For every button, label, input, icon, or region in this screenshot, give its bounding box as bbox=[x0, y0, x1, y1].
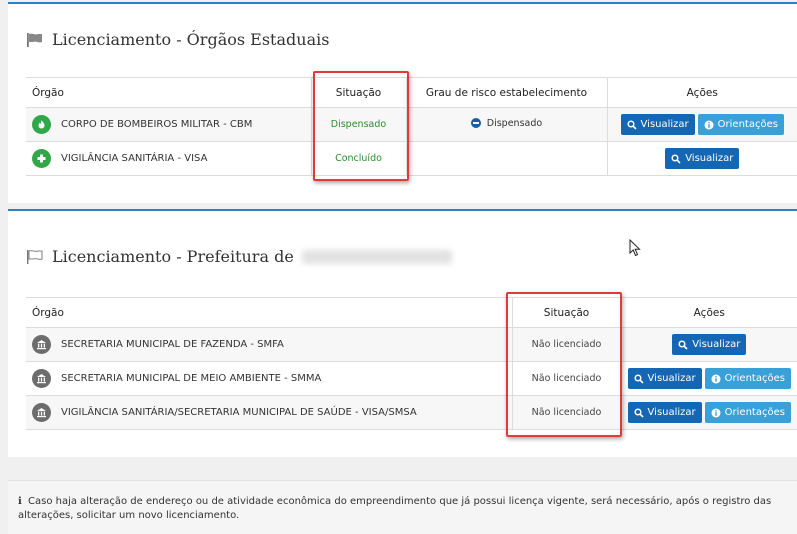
orientacoes-button[interactable]: Orientações bbox=[704, 368, 791, 389]
info-notice: ℹ Caso haja alteração de endereço ou de … bbox=[8, 480, 797, 534]
notice-text: Caso haja alteração de endereço ou de at… bbox=[18, 496, 772, 521]
visualizar-label: Visualizar bbox=[647, 407, 696, 418]
flag-outline-icon bbox=[26, 249, 44, 265]
table-row: SECRETARIA MUNICIPAL DE FAZENDA - SMFA N… bbox=[26, 327, 797, 362]
orientacoes-button[interactable]: Orientações bbox=[704, 402, 791, 423]
col-header-grau: Grau de risco estabelecimento bbox=[406, 77, 608, 108]
visualizar-label: Visualizar bbox=[692, 339, 741, 350]
visualizar-button[interactable]: Visualizar bbox=[627, 402, 702, 423]
search-icon bbox=[633, 407, 644, 418]
panel-title-text: Licenciamento - Prefeitura de bbox=[52, 247, 294, 266]
panel-title-estaduais: Licenciamento - Órgãos Estaduais bbox=[26, 30, 329, 49]
mouse-cursor-icon bbox=[629, 238, 641, 261]
info-icon bbox=[704, 120, 714, 129]
highlight-box-situacao-estaduais bbox=[313, 71, 409, 181]
col-header-orgao: Órgão bbox=[26, 77, 312, 108]
panel-title-text: Licenciamento - Órgãos Estaduais bbox=[52, 30, 330, 49]
info-icon bbox=[711, 374, 721, 383]
grau-text: Dispensado bbox=[486, 117, 543, 129]
highlight-box-situacao-prefeitura bbox=[506, 292, 622, 437]
flag-filled-icon bbox=[26, 32, 44, 48]
visualizar-label: Visualizar bbox=[647, 373, 696, 384]
health-cross-icon bbox=[32, 149, 51, 168]
table-row: VIGILÂNCIA SANITÁRIA - VISA Concluído Vi… bbox=[26, 141, 797, 176]
orgao-name: VIGILÂNCIA SANITÁRIA - VISA bbox=[61, 153, 208, 164]
orgao-name: SECRETARIA MUNICIPAL DE FAZENDA - SMFA bbox=[61, 339, 284, 350]
visualizar-button[interactable]: Visualizar bbox=[672, 334, 747, 355]
info-icon: ℹ bbox=[18, 496, 22, 507]
col-header-acoes: Ações bbox=[607, 77, 797, 108]
search-icon bbox=[678, 339, 688, 350]
orientacoes-label: Orientações bbox=[724, 407, 785, 418]
fire-department-icon bbox=[32, 115, 51, 134]
orientacoes-label: Orientações bbox=[724, 373, 785, 384]
visualizar-label: Visualizar bbox=[640, 119, 689, 130]
search-icon bbox=[626, 119, 637, 130]
visualizar-button[interactable]: Visualizar bbox=[665, 148, 740, 169]
col-header-acoes: Ações bbox=[621, 297, 797, 328]
panel-title-prefeitura: Licenciamento - Prefeitura de bbox=[26, 247, 452, 266]
municipal-building-icon bbox=[32, 335, 51, 354]
table-row: VIGILÂNCIA SANITÁRIA/SECRETARIA MUNICIPA… bbox=[26, 395, 797, 430]
municipal-building-icon bbox=[32, 369, 51, 388]
table-row: CORPO DE BOMBEIROS MILITAR - CBM Dispens… bbox=[26, 107, 797, 142]
panel-prefeitura: Licenciamento - Prefeitura de Órgão Situ… bbox=[8, 209, 797, 457]
orgao-name: CORPO DE BOMBEIROS MILITAR - CBM bbox=[61, 119, 253, 130]
orientacoes-button[interactable]: Orientações bbox=[697, 114, 784, 135]
visualizar-label: Visualizar bbox=[685, 153, 734, 164]
search-icon bbox=[671, 153, 681, 164]
info-icon bbox=[711, 408, 721, 417]
municipal-building-icon bbox=[32, 403, 51, 422]
visualizar-button[interactable]: Visualizar bbox=[627, 368, 702, 389]
search-icon bbox=[633, 373, 644, 384]
table-estaduais: Órgão Situação Grau de risco estabelecim… bbox=[26, 77, 797, 176]
visualizar-button[interactable]: Visualizar bbox=[620, 114, 695, 135]
redacted-city-name bbox=[301, 249, 452, 264]
table-prefeitura: Órgão Situação Ações SECRETARIA MUNICIPA… bbox=[26, 297, 797, 430]
minus-circle-icon bbox=[470, 118, 481, 129]
orgao-name: VIGILÂNCIA SANITÁRIA/SECRETARIA MUNICIPA… bbox=[61, 407, 417, 418]
orientacoes-label: Orientações bbox=[717, 119, 778, 130]
orgao-name: SECRETARIA MUNICIPAL DE MEIO AMBIENTE - … bbox=[61, 373, 322, 384]
table-row: SECRETARIA MUNICIPAL DE MEIO AMBIENTE - … bbox=[26, 361, 797, 396]
col-header-orgao: Órgão bbox=[26, 297, 513, 328]
